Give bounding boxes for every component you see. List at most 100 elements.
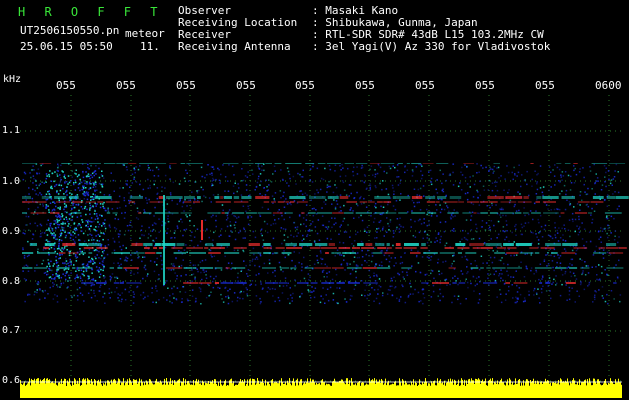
signal-level-bar	[97, 380, 98, 398]
noise-pixel	[389, 285, 391, 288]
noise-pixel	[385, 188, 388, 190]
noise-pixel	[411, 169, 414, 171]
noise-pixel	[538, 278, 540, 281]
noise-pixel	[467, 192, 469, 194]
noise-pixel	[369, 276, 371, 279]
noise-pixel	[143, 234, 145, 237]
noise-pixel	[46, 223, 48, 226]
noise-pixel	[49, 265, 51, 267]
signal-band-segment	[500, 212, 514, 214]
noise-pixel	[574, 218, 577, 221]
noise-pixel	[453, 230, 455, 232]
noise-pixel	[382, 292, 384, 294]
noise-pixel	[27, 208, 30, 210]
noise-pixel	[234, 182, 236, 184]
noise-pixel	[93, 220, 95, 223]
noise-pixel	[366, 226, 369, 228]
noise-pixel	[49, 225, 51, 227]
noise-pixel	[230, 268, 232, 270]
signal-level-bar	[537, 380, 538, 398]
noise-pixel	[349, 294, 352, 297]
signal-band-segment	[467, 201, 479, 203]
signal-band-segment	[577, 201, 590, 203]
noise-pixel	[118, 299, 120, 302]
signal-band-segment	[272, 212, 284, 214]
noise-pixel	[133, 293, 135, 295]
signal-level-bar	[602, 385, 603, 398]
signal-level-bar	[229, 380, 230, 398]
noise-pixel	[444, 260, 447, 263]
noise-pixel	[360, 203, 363, 205]
noise-pixel	[58, 239, 61, 241]
noise-pixel	[215, 219, 217, 222]
noise-pixel	[553, 278, 555, 281]
noise-pixel	[457, 277, 459, 280]
noise-pixel	[489, 256, 492, 259]
noise-pixel	[426, 233, 429, 236]
noise-pixel	[574, 230, 576, 233]
noise-pixel	[218, 235, 220, 238]
noise-pixel	[114, 276, 116, 279]
signal-band-segment	[361, 247, 374, 249]
noise-pixel	[530, 231, 533, 234]
noise-pixel	[470, 282, 472, 285]
noise-pixel	[382, 227, 384, 230]
noise-pixel	[553, 269, 555, 272]
noise-pixel	[548, 189, 550, 192]
signal-band-segment	[221, 212, 225, 214]
noise-pixel	[283, 218, 285, 221]
noise-pixel	[52, 274, 54, 276]
signal-band-segment	[369, 163, 381, 164]
noise-pixel	[295, 183, 297, 185]
noise-pixel	[410, 218, 412, 221]
signal-level-bar	[508, 385, 509, 398]
noise-pixel	[475, 277, 478, 279]
noise-pixel	[147, 187, 149, 189]
signal-level-bar	[195, 381, 196, 398]
noise-pixel	[530, 254, 532, 256]
noise-pixel	[83, 187, 85, 189]
noise-pixel	[60, 229, 62, 232]
noise-pixel	[561, 190, 563, 192]
noise-pixel	[423, 222, 425, 224]
noise-pixel	[614, 170, 616, 172]
noise-pixel	[386, 172, 388, 174]
signal-level-bar	[182, 381, 183, 398]
noise-pixel	[158, 274, 160, 276]
noise-pixel	[190, 207, 192, 209]
noise-pixel	[58, 274, 60, 277]
noise-pixel	[88, 239, 90, 242]
noise-pixel	[387, 222, 389, 225]
noise-pixel	[310, 199, 312, 201]
noise-pixel	[496, 237, 498, 239]
noise-pixel	[496, 181, 498, 183]
signal-band-segment	[263, 243, 271, 246]
noise-pixel	[513, 254, 515, 257]
noise-pixel	[366, 261, 368, 264]
noise-pixel	[482, 262, 484, 264]
signal-level-bar	[384, 383, 385, 398]
noise-pixel	[229, 288, 231, 290]
noise-pixel	[196, 190, 198, 192]
signal-level-bar	[446, 382, 447, 398]
noise-pixel	[92, 198, 95, 201]
noise-pixel	[94, 181, 96, 183]
noise-pixel	[102, 252, 105, 255]
noise-pixel	[247, 207, 250, 210]
noise-pixel	[595, 245, 598, 248]
noise-pixel	[278, 209, 280, 211]
noise-pixel	[37, 194, 39, 196]
noise-pixel	[312, 214, 315, 217]
noise-pixel	[78, 253, 81, 256]
signal-band-segment	[505, 282, 510, 284]
noise-pixel	[88, 228, 91, 230]
signal-band-segment	[43, 247, 50, 249]
noise-pixel	[569, 204, 571, 206]
time-tick-label: 055	[415, 79, 435, 92]
signal-band-segment	[143, 212, 152, 214]
noise-pixel	[396, 218, 399, 220]
noise-pixel	[84, 205, 87, 208]
noise-pixel	[117, 297, 119, 299]
noise-pixel	[79, 277, 82, 279]
noise-pixel	[197, 264, 200, 266]
